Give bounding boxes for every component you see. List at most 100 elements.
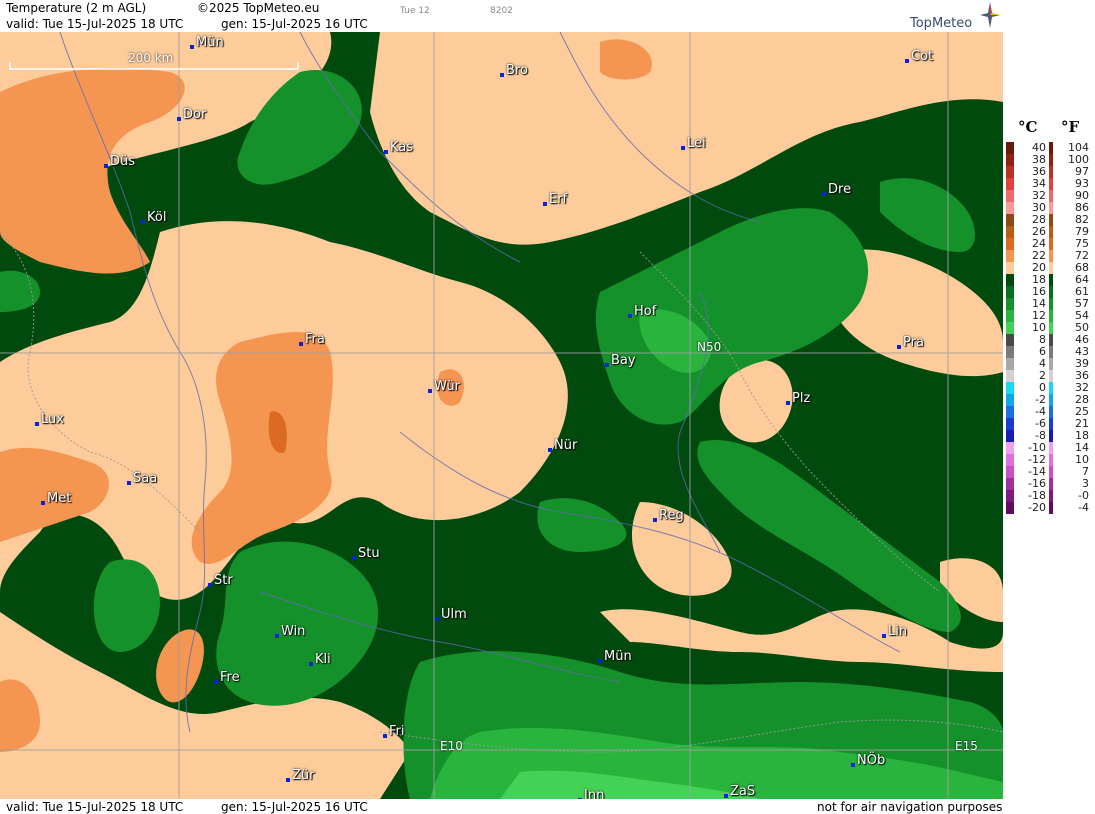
legend-swatch-celsius xyxy=(1006,238,1014,250)
legend-swatch-celsius xyxy=(1006,490,1014,502)
city-name: Str xyxy=(214,573,233,588)
city-name: Inn xyxy=(584,788,605,800)
legend-swatch-celsius xyxy=(1006,334,1014,346)
legend-fahrenheit-value: -4 xyxy=(1078,501,1089,514)
city-label-4: Kas xyxy=(384,140,414,155)
city-label-15: Plz xyxy=(786,391,811,406)
city-marker-icon xyxy=(905,59,909,63)
legend-swatch-fahrenheit xyxy=(1049,238,1053,250)
legend-swatch-celsius xyxy=(1006,478,1014,490)
legend-swatch-celsius xyxy=(1006,358,1014,370)
copyright-text: ©2025 TopMeteo.eu xyxy=(197,1,320,15)
city-marker-icon xyxy=(286,778,290,782)
legend-swatch-celsius xyxy=(1006,346,1014,358)
temperature-map[interactable]: 200 km N50 E10 E15 Mün Bro Cot Dor Kas Lei Düs… xyxy=(0,32,1003,799)
legend-swatch-fahrenheit xyxy=(1049,370,1053,382)
compass-logo-icon xyxy=(980,2,1000,28)
city-marker-icon xyxy=(35,422,39,426)
valid-time: valid: Tue 15-Jul-2025 18 UTC xyxy=(6,17,184,31)
temperature-legend: °C °F 40 104 38 100 36 97 34 93 32 90 30 86 28 82 26 79… xyxy=(1003,0,1095,814)
city-name: Dor xyxy=(183,107,207,122)
city-name: Cot xyxy=(911,49,934,64)
legend-swatch-celsius xyxy=(1006,226,1014,238)
city-label-3: Dor xyxy=(177,107,207,122)
legend-swatch-fahrenheit xyxy=(1049,274,1053,286)
city-label-0: Mün xyxy=(190,35,224,50)
city-name: Fra xyxy=(305,332,325,347)
city-name: Mün xyxy=(604,649,632,664)
city-label-17: Nür xyxy=(548,439,577,453)
city-name: Pra xyxy=(903,335,924,350)
city-name: Plz xyxy=(792,391,811,406)
fahrenheit-unit: °F xyxy=(1061,118,1080,136)
city-marker-icon xyxy=(628,314,632,318)
grid-label-e15: E15 xyxy=(955,739,978,753)
city-marker-icon xyxy=(384,150,388,154)
city-marker-icon xyxy=(851,763,855,767)
legend-swatch-celsius xyxy=(1006,382,1014,394)
city-marker-icon xyxy=(104,164,108,168)
legend-swatch-celsius xyxy=(1006,190,1014,202)
city-label-8: Dre xyxy=(822,183,851,197)
city-name: Kas xyxy=(390,140,414,155)
city-marker-icon xyxy=(653,518,657,522)
forecast-day-label: Tue 12 xyxy=(400,6,430,16)
legend-swatch-fahrenheit xyxy=(1049,358,1053,370)
city-label-26: Kli xyxy=(309,653,331,667)
legend-swatch-fahrenheit xyxy=(1049,154,1053,166)
legend-swatch-celsius xyxy=(1006,202,1014,214)
city-marker-icon xyxy=(141,220,145,224)
legend-swatch-fahrenheit xyxy=(1049,262,1053,274)
legend-swatch-fahrenheit xyxy=(1049,442,1053,454)
legend-swatch-celsius xyxy=(1006,394,1014,406)
city-label-24: Win xyxy=(275,624,306,639)
city-marker-icon xyxy=(681,146,685,150)
legend-swatch-fahrenheit xyxy=(1049,466,1053,478)
city-name: Saa xyxy=(133,471,158,486)
legend-swatch-fahrenheit xyxy=(1049,430,1053,442)
city-marker-icon xyxy=(352,556,356,560)
scale-bar-label: 200 km xyxy=(128,51,174,65)
city-name: Mün xyxy=(196,35,224,50)
city-name: Köl xyxy=(147,210,167,225)
city-name: Met xyxy=(47,491,72,506)
city-label-18: Saa xyxy=(127,471,158,486)
city-marker-icon xyxy=(127,481,131,485)
legend-swatch-celsius xyxy=(1006,262,1014,274)
footer-generated-time: gen: 15-Jul-2025 16 UTC xyxy=(221,800,368,814)
city-label-9: Köl xyxy=(141,210,167,225)
legend-swatch-celsius xyxy=(1006,274,1014,286)
generated-time: gen: 15-Jul-2025 16 UTC xyxy=(221,17,368,31)
city-label-30: NÖb xyxy=(851,753,886,768)
legend-swatch-celsius xyxy=(1006,430,1014,442)
city-label-6: Düs xyxy=(104,155,135,169)
city-label-27: Mün xyxy=(598,649,632,664)
city-marker-icon xyxy=(598,659,602,663)
city-marker-icon xyxy=(177,117,181,121)
city-label-16: Lux xyxy=(35,413,64,427)
city-name: Zür xyxy=(292,768,315,783)
legend-swatch-fahrenheit xyxy=(1049,406,1053,418)
city-label-7: Erf xyxy=(543,193,567,207)
legend-swatch-fahrenheit xyxy=(1049,178,1053,190)
city-name: Hof xyxy=(634,304,657,319)
city-label-5: Lei xyxy=(681,137,706,151)
legend-swatch-celsius xyxy=(1006,370,1014,382)
legend-swatch-fahrenheit xyxy=(1049,478,1053,490)
city-marker-icon xyxy=(724,794,728,798)
city-marker-icon xyxy=(214,680,218,684)
city-label-11: Fra xyxy=(299,332,325,347)
city-name: Bay xyxy=(611,353,636,368)
legend-row: -20 -4 xyxy=(1003,502,1095,514)
city-marker-icon xyxy=(299,342,303,346)
city-name: Win xyxy=(281,624,306,639)
legend-swatch-celsius xyxy=(1006,166,1014,178)
city-label-31: Zür xyxy=(286,768,315,783)
legend-swatch-fahrenheit xyxy=(1049,382,1053,394)
footer-valid-time: valid: Tue 15-Jul-2025 18 UTC xyxy=(6,800,184,814)
legend-swatch-celsius xyxy=(1006,298,1014,310)
city-name: NÖb xyxy=(857,753,886,768)
topmeteo-logo: TopMeteo xyxy=(910,16,973,31)
city-marker-icon xyxy=(605,363,609,367)
city-label-21: Stu xyxy=(352,547,380,561)
